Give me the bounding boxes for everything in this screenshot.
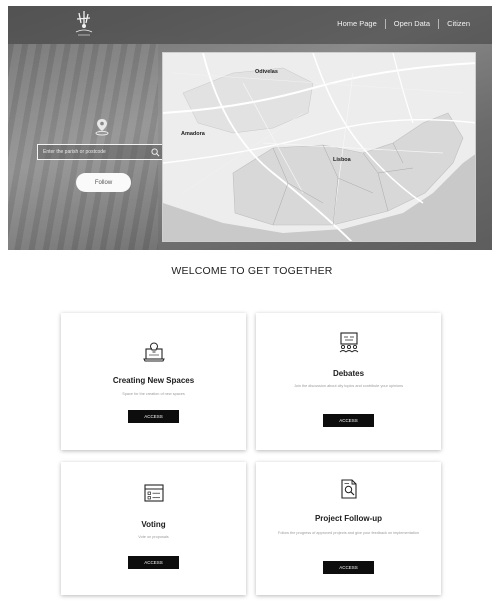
ballot-icon: [143, 484, 164, 502]
card-description: Join the discussion about city topics an…: [293, 384, 404, 388]
card-creating-new-spaces: Creating New Spaces Space for the creati…: [61, 313, 246, 450]
main-nav: Home Page Open Data Citizen: [329, 19, 478, 29]
card-title: Creating New Spaces: [112, 376, 195, 385]
access-button[interactable]: ACCESS: [128, 556, 179, 569]
card-voting: Voting Vote on proposals ACCESS: [61, 462, 246, 595]
parish-search-box: [37, 144, 166, 160]
get-together-logo[interactable]: [70, 9, 98, 39]
card-debates: Debates Join the discussion about city t…: [256, 313, 441, 450]
nav-open-data[interactable]: Open Data: [384, 19, 438, 29]
follow-button[interactable]: Follow: [76, 173, 131, 192]
card-title: Voting: [141, 520, 166, 529]
access-button[interactable]: ACCESS: [323, 414, 374, 427]
card-description: Follow the progress of approved projects…: [278, 531, 419, 535]
card-description: Space for the creation of new spaces: [122, 392, 185, 396]
access-button[interactable]: ACCESS: [323, 561, 374, 574]
search-icon[interactable]: [151, 147, 160, 157]
map-canvas: [163, 53, 475, 241]
map-label-odivelas: Odivelas: [255, 69, 278, 75]
parish-map[interactable]: Odivelas Amadora Lisboa: [162, 52, 476, 242]
card-title: Project Follow-up: [314, 514, 383, 523]
card-title: Debates: [332, 369, 365, 378]
card-description: Vote on proposals: [138, 535, 169, 539]
map-label-lisboa: Lisboa: [333, 157, 351, 163]
laptop-idea-icon: [142, 342, 165, 362]
welcome-title: WELCOME TO GET TOGETHER: [171, 265, 333, 277]
location-pin-icon: [95, 119, 109, 136]
top-navigation-bar: Home Page Open Data Citizen: [8, 6, 492, 44]
parish-search-input[interactable]: [43, 149, 151, 155]
card-project-follow-up: Project Follow-up Follow the progress of…: [256, 462, 441, 595]
map-label-amadora: Amadora: [181, 131, 205, 137]
nav-citizen[interactable]: Citizen: [438, 19, 478, 29]
nav-home-page[interactable]: Home Page: [329, 19, 385, 29]
document-magnifier-icon: [340, 479, 357, 499]
access-button[interactable]: ACCESS: [128, 410, 179, 423]
debate-board-icon: [339, 332, 358, 353]
